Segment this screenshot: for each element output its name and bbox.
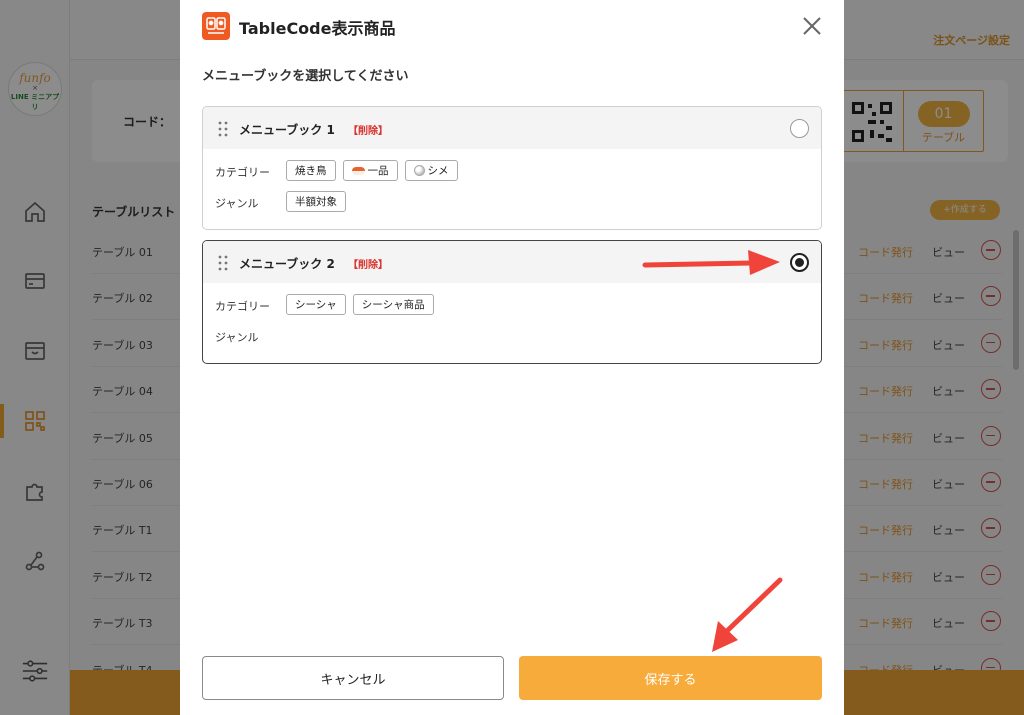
- select-radio[interactable]: [790, 119, 809, 138]
- category-tag: シメ: [404, 160, 458, 181]
- category-tag: 焼き鳥: [286, 160, 336, 181]
- menu-book-header: メニューブック 2 【削除】: [203, 241, 821, 283]
- menu-book-card-2[interactable]: メニューブック 2 【削除】 カテゴリー シーシャ シーシャ商品 ジャンル: [202, 240, 822, 364]
- drag-handle-icon[interactable]: [217, 255, 229, 271]
- cancel-button[interactable]: キャンセル: [202, 656, 504, 700]
- delete-link[interactable]: 【削除】: [348, 122, 388, 137]
- tablecode-app-icon: [202, 12, 230, 40]
- menu-book-name: メニューブック 1: [239, 123, 335, 137]
- tag-label: シメ: [427, 165, 449, 177]
- delete-link[interactable]: 【削除】: [348, 256, 388, 271]
- genre-label: ジャンル: [215, 331, 259, 344]
- drag-handle-icon[interactable]: [217, 121, 229, 137]
- category-tag: シーシャ商品: [352, 294, 434, 315]
- rice-ball-icon: [413, 165, 425, 176]
- tag-label: シーシャ商品: [361, 299, 425, 311]
- category-tag: シーシャ: [286, 294, 346, 315]
- modal-title: TableCode表示商品: [239, 19, 396, 38]
- tag-label: 焼き鳥: [295, 165, 327, 177]
- sushi-icon: [351, 166, 365, 175]
- menu-book-modal: TableCode表示商品 メニューブックを選択してください メニューブック 1…: [180, 0, 844, 715]
- category-tag: 一品: [342, 160, 398, 181]
- select-radio-checked[interactable]: [790, 253, 809, 272]
- tag-label: 半額対象: [295, 196, 337, 208]
- menu-book-header: メニューブック 1 【削除】: [203, 107, 821, 149]
- tag-label: シーシャ: [295, 299, 337, 311]
- menu-book-card-1[interactable]: メニューブック 1 【削除】 カテゴリー 焼き鳥 一品 シメ ジャンル 半額対象: [202, 106, 822, 230]
- menu-book-name: メニューブック 2: [239, 257, 335, 271]
- close-icon[interactable]: [800, 14, 824, 38]
- genre-label: ジャンル: [215, 197, 259, 210]
- save-button[interactable]: 保存する: [519, 656, 822, 700]
- tag-label: 一品: [367, 165, 389, 177]
- category-label: カテゴリー: [215, 166, 270, 179]
- genre-tag: 半額対象: [286, 191, 346, 212]
- modal-subtitle: メニューブックを選択してください: [202, 69, 409, 84]
- category-label: カテゴリー: [215, 300, 270, 313]
